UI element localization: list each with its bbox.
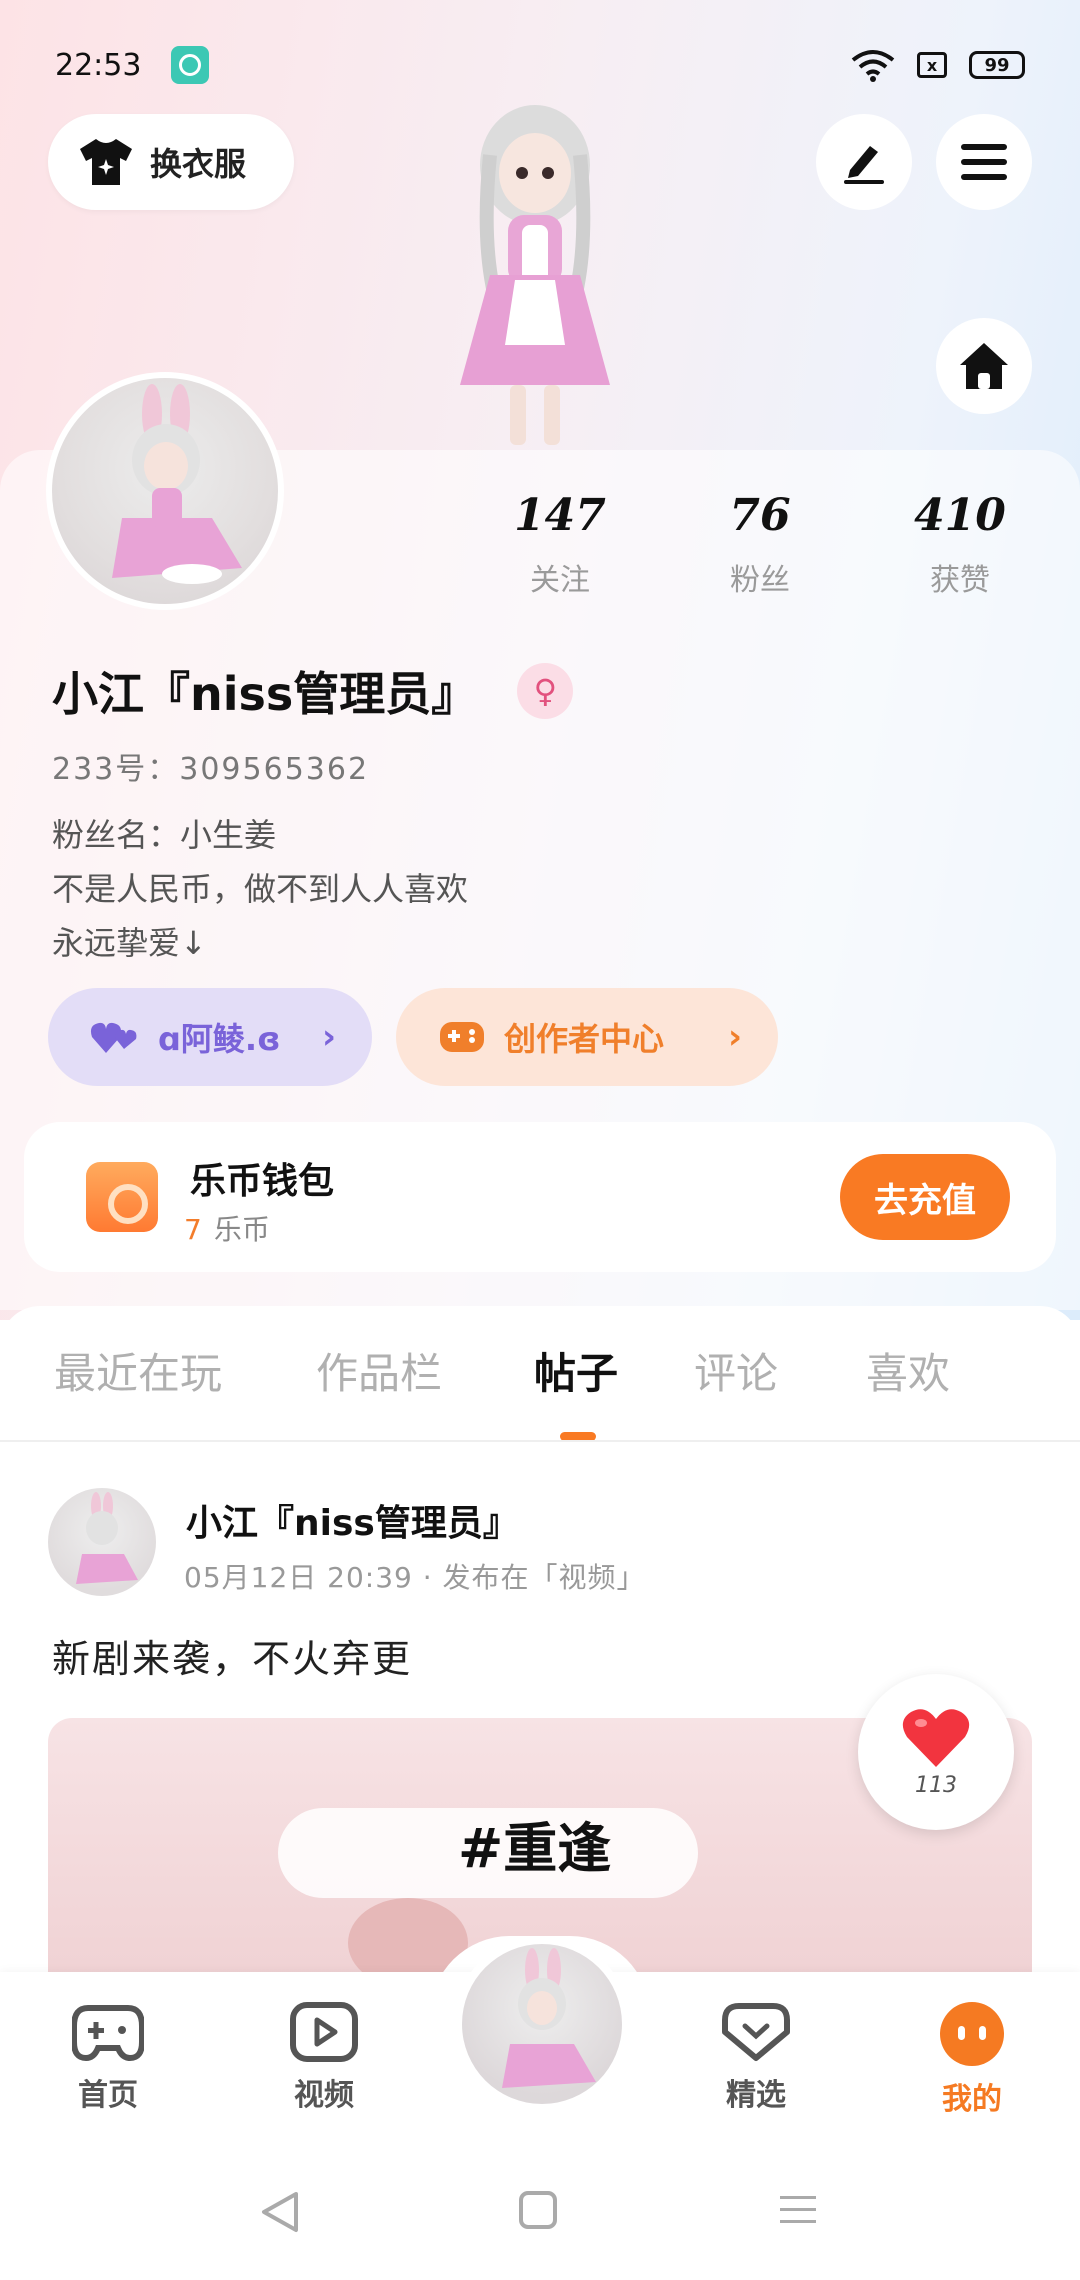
guild-button[interactable]: ɑ阿鲮.ɞ › <box>48 988 372 1086</box>
gamepad-icon <box>72 2005 144 2062</box>
edit-profile-button[interactable] <box>816 114 912 210</box>
like-count: 113 <box>915 1772 957 1798</box>
stat-following[interactable]: 147 关注 <box>480 490 640 599</box>
home-square-icon[interactable] <box>518 2190 558 2230</box>
heart-chat-icon <box>722 2003 790 2061</box>
wallet-card[interactable]: 乐币钱包 7 乐币 去充值 <box>24 1122 1056 1272</box>
home-space-button[interactable] <box>936 318 1032 414</box>
post-author-avatar[interactable] <box>48 1488 156 1596</box>
post-meta: 05月12日 20:39 · 发布在「视频」 <box>184 1561 646 1594</box>
profile-tabs: 最近在玩 作品栏 帖子 评论 喜欢 <box>0 1340 1080 1440</box>
female-gender-icon: ♀ <box>517 663 574 719</box>
nav-home-label: 首页 <box>78 2078 138 2113</box>
avatar-image <box>502 1948 596 2088</box>
chevron-right-icon: › <box>321 1017 336 1057</box>
profile-avatar[interactable] <box>46 372 284 610</box>
back-icon[interactable] <box>258 2190 302 2234</box>
wallet-balance-unit: 乐币 <box>213 1213 270 1246</box>
nav-mine[interactable]: 我的 <box>912 2002 1032 2118</box>
post-text[interactable]: 新剧来袭，不火弃更 <box>52 1628 412 1683</box>
hamburger-menu-icon <box>961 144 1007 180</box>
like-button[interactable]: 113 <box>858 1674 1014 1830</box>
wallet-title: 乐币钱包 <box>190 1161 335 1202</box>
post-author-name[interactable]: 小江『niss管理员』 <box>186 1494 519 1546</box>
face-icon <box>940 2002 1004 2066</box>
bio-line: 粉丝名：小生姜 <box>52 816 277 854</box>
creator-center-label: 创作者中心 <box>504 1020 665 1058</box>
media-caption: #重逢 <box>458 1817 612 1880</box>
change-outfit-label: 换衣服 <box>150 145 247 183</box>
nav-featured[interactable]: 精选 <box>696 2002 816 2114</box>
nav-avatar-center[interactable] <box>454 1936 630 2112</box>
nav-featured-label: 精选 <box>726 2078 786 2113</box>
wifi-icon <box>851 50 895 82</box>
status-bar: 22:53 x 99 <box>55 40 1025 90</box>
nav-mine-label: 我的 <box>942 2082 1002 2117</box>
avatar-image <box>112 384 242 584</box>
hearts-icon <box>90 1022 137 1053</box>
profile-stats: 147 关注 76 粉丝 410 获赞 <box>480 490 1040 599</box>
bio-line: 不是人民币，做不到人人喜欢 <box>52 870 469 908</box>
notification-app-icon <box>171 46 210 84</box>
username: 小江『niss管理员』 <box>52 667 478 721</box>
recharge-button[interactable]: 去充值 <box>840 1154 1010 1240</box>
stat-likes-label: 获赞 <box>930 563 990 598</box>
avatar-character-illustration <box>460 105 610 445</box>
pen-icon <box>844 146 884 184</box>
tab-comments[interactable]: 评论 <box>694 1340 778 1401</box>
creator-center-button[interactable]: 创作者中心 › <box>396 988 778 1086</box>
avatar-image <box>76 1492 138 1584</box>
tab-likes[interactable]: 喜欢 <box>866 1340 950 1401</box>
guild-label: ɑ阿鲮.ɞ <box>158 1020 281 1058</box>
nav-home[interactable]: 首页 <box>48 2002 168 2114</box>
stat-likes[interactable]: 410 获赞 <box>880 490 1040 599</box>
wallet-balance-value: 7 <box>184 1213 202 1246</box>
tab-posts[interactable]: 帖子 <box>534 1340 618 1401</box>
battery-icon: 99 <box>969 51 1025 79</box>
menu-button[interactable] <box>936 114 1032 210</box>
profile-bio: 粉丝名：小生姜 不是人民币，做不到人人喜欢 永远挚爱↓ <box>52 808 468 970</box>
username-row: 小江『niss管理员』 ♀ <box>52 658 574 724</box>
tab-recently-played[interactable]: 最近在玩 <box>54 1340 222 1401</box>
tshirt-icon <box>80 139 132 185</box>
system-navigation-bar <box>0 2170 1080 2250</box>
user-id[interactable]: 233号：309565362 <box>52 744 369 788</box>
heart-icon <box>902 1708 970 1767</box>
chevron-right-icon: › <box>727 1017 742 1057</box>
sim-status-icon: x <box>917 52 947 78</box>
wallet-icon <box>86 1162 158 1232</box>
wallet-balance: 7 乐币 <box>184 1208 270 1248</box>
house-icon <box>960 343 1008 389</box>
nav-video-label: 视频 <box>294 2078 354 2113</box>
stat-likes-value: 410 <box>914 490 1006 541</box>
recents-menu-icon[interactable] <box>778 2190 818 2230</box>
tab-divider <box>0 1440 1080 1442</box>
bio-line: 永远挚爱↓ <box>52 924 207 962</box>
stat-following-label: 关注 <box>530 563 590 598</box>
nav-video[interactable]: 视频 <box>264 2002 384 2114</box>
video-play-icon <box>290 2002 358 2062</box>
stat-fans[interactable]: 76 粉丝 <box>680 490 840 599</box>
gamepad-icon <box>440 1022 484 1052</box>
status-time: 22:53 <box>55 47 142 83</box>
stat-fans-label: 粉丝 <box>730 563 790 598</box>
stat-following-value: 147 <box>514 490 606 541</box>
tab-works[interactable]: 作品栏 <box>316 1340 442 1401</box>
change-outfit-button[interactable]: 换衣服 <box>48 114 294 210</box>
stat-fans-value: 76 <box>729 490 791 541</box>
